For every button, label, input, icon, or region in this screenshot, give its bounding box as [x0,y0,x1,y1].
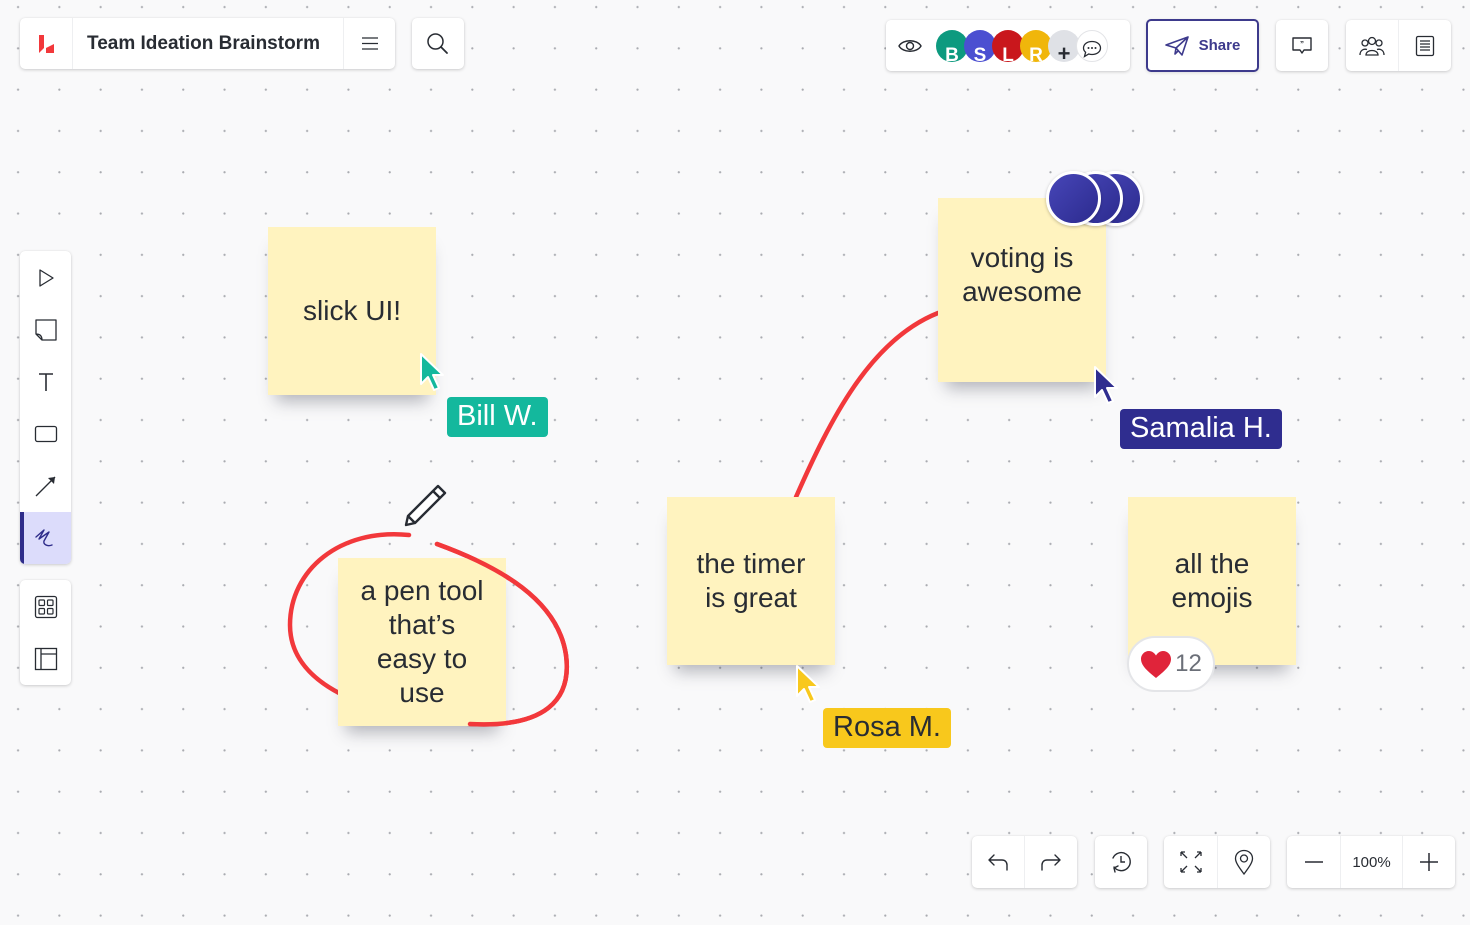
tool-layout[interactable] [20,633,71,685]
sticky-note[interactable]: slick UI! [268,227,436,395]
comments-button[interactable]: ” [1276,20,1328,71]
plus-icon: + [1057,40,1071,62]
sticky-note-text: a pen tool that’s easy to use [360,575,484,708]
collaborators-button[interactable] [1346,20,1398,71]
fit-to-screen-icon [1179,850,1203,874]
tool-palette [20,251,71,564]
sticky-note-icon [34,318,58,342]
chat-button[interactable] [1076,29,1108,62]
svg-text:”: ” [1300,40,1304,49]
sticky-note-text: slick UI! [303,295,401,326]
cursor-arrow-icon [794,664,824,708]
ink-overlay [290,541,570,727]
undo-button[interactable] [972,836,1024,888]
zoom-in-button[interactable] [1402,836,1455,888]
sticky-note[interactable]: the timer is great [667,497,835,665]
plus-icon [1419,852,1439,872]
zoom-controls: 100% [1287,836,1455,888]
history-button[interactable] [1095,836,1147,888]
heart-reaction[interactable]: 12 [1127,636,1215,692]
avatar-initial: R [1029,44,1043,62]
location-button[interactable] [1217,836,1270,888]
vote-dot [1046,171,1101,226]
history-icon [1109,850,1133,874]
fit-to-screen-button[interactable] [1164,836,1217,888]
hamburger-menu-icon[interactable] [343,18,395,69]
tool-select[interactable] [20,252,71,304]
secondary-tool-palette [20,580,71,685]
vote-dots[interactable] [1046,171,1146,227]
document-icon [1415,35,1435,57]
document-title[interactable]: Team Ideation Brainstorm [72,18,343,69]
pen-scribble-icon [34,528,58,548]
avatar-initial: S [973,44,987,62]
pencil-cursor-icon [403,483,449,527]
collaborator-presence: B S L R + [886,20,1130,71]
sticky-note-text: the timer is great [696,548,806,613]
cursor-label: Bill W. [447,397,548,437]
pen-connector-line[interactable] [793,310,941,500]
redo-button[interactable] [1024,836,1076,888]
zoom-level[interactable]: 100% [1340,836,1402,888]
redo-icon [1039,853,1063,871]
arrow-line-icon [34,474,58,498]
people-icon [1358,36,1386,56]
comment-quote-icon: ” [1291,36,1313,56]
search-button[interactable] [412,18,464,69]
zoom-out-button[interactable] [1287,836,1340,888]
right-actions [1346,20,1451,71]
ink-layer [287,310,941,727]
cursor-arrow-icon [418,352,448,396]
tool-text[interactable] [20,356,71,408]
rectangle-icon [34,425,58,443]
cursor-arrow-icon [1092,365,1122,409]
view-controls [1164,836,1270,888]
cursor-label: Rosa M. [823,708,951,748]
chat-bubble-icon [1082,40,1102,58]
sticky-note-text: all the emojis [1171,548,1253,613]
search-icon [426,32,450,56]
reaction-count: 12 [1175,650,1202,677]
cursor-label: Samalia H. [1120,409,1282,449]
layout-icon [34,647,58,671]
tool-shape[interactable] [20,408,71,460]
text-icon [37,372,55,392]
document-title-bar: Team Ideation Brainstorm [20,18,395,69]
minus-icon [1304,860,1324,864]
sticky-note-text: voting is awesome [962,242,1082,307]
location-pin-icon [1234,849,1254,875]
undo-redo-group [972,836,1077,888]
avatar-initial: B [945,44,959,62]
avatar-initial: L [1002,44,1014,62]
pen-circle-stroke-left-front [290,595,340,700]
tool-templates[interactable] [20,581,71,633]
pointer-icon [36,268,56,288]
share-label: Share [1198,37,1241,54]
heart-icon [1140,650,1172,679]
share-button[interactable]: Share [1146,19,1259,72]
eye-icon[interactable] [898,38,922,54]
tool-pen[interactable] [20,512,71,564]
notes-button[interactable] [1398,20,1450,71]
tool-sticky-note[interactable] [20,304,71,356]
undo-icon [986,853,1010,871]
sticky-note[interactable]: a pen tool that’s easy to use [338,558,506,726]
grid-icon [34,595,58,619]
tool-line[interactable] [20,460,71,512]
lucid-logo-icon[interactable] [20,18,72,69]
paper-plane-icon [1164,35,1190,56]
